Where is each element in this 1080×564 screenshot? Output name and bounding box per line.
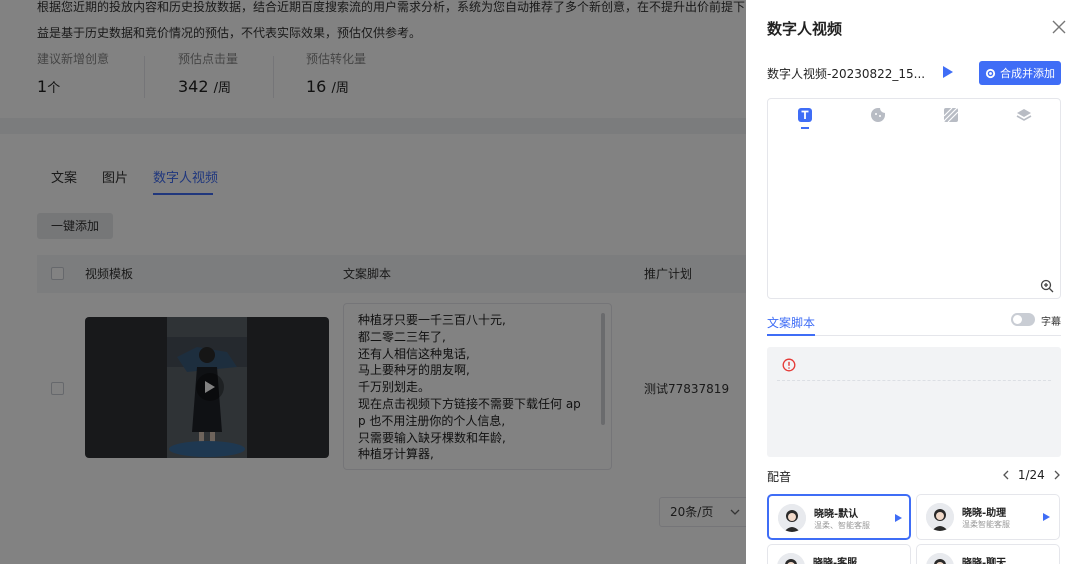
voice-tags: 温柔、智能客服	[814, 521, 870, 530]
active-script-tab-indicator	[767, 334, 815, 336]
dubbing-heading: 配音	[767, 470, 792, 484]
page-indicator: 1/24	[1017, 468, 1045, 482]
voice-card-xiaoxiao-service[interactable]: 晓晓-客服	[767, 544, 911, 564]
voice-name: 晓晓-客服	[813, 558, 858, 564]
play-icon[interactable]	[893, 513, 903, 523]
toggle-knob	[1013, 315, 1022, 324]
subtitle-label: 字幕	[1041, 317, 1061, 328]
combine-and-add-button[interactable]: 合成并添加	[979, 61, 1061, 85]
layer-tool-icon[interactable]	[1016, 107, 1032, 123]
background-tool-icon[interactable]	[943, 107, 959, 123]
digital-human-video-drawer: 数字人视频 数字人视频-20230822_15... 合成并添加 文案脚本 字幕…	[746, 0, 1080, 564]
sticker-tool-icon[interactable]	[870, 107, 886, 123]
play-icon	[943, 66, 953, 78]
play-icon[interactable]	[1041, 512, 1051, 522]
chevron-right-icon[interactable]	[1053, 470, 1061, 480]
video-file-name: 数字人视频-20230822_15...	[767, 67, 926, 81]
drawer-title: 数字人视频	[767, 20, 843, 38]
avatar	[926, 503, 954, 531]
text-tool-icon[interactable]	[797, 107, 813, 123]
gear-icon	[985, 68, 996, 78]
voice-name: 晓晓-助理	[962, 508, 1007, 519]
close-icon[interactable]	[1050, 18, 1068, 36]
voice-card-xiaoxiao-chat[interactable]: 晓晓-聊天	[916, 544, 1060, 564]
combine-button-label: 合成并添加	[1000, 67, 1055, 80]
zoom-in-icon[interactable]	[1040, 279, 1054, 293]
avatar	[926, 553, 954, 564]
tab-script[interactable]: 文案脚本	[767, 314, 815, 331]
active-tool-indicator	[801, 127, 809, 129]
video-preview-panel	[767, 98, 1061, 299]
avatar	[777, 553, 805, 564]
voice-name: 晓晓-聊天	[962, 558, 1007, 564]
voice-pagination: 1/24	[1002, 468, 1061, 482]
editor-divider	[777, 380, 1051, 381]
voice-card-xiaoxiao-default[interactable]: 晓晓-默认 温柔、智能客服	[767, 494, 911, 540]
script-editor[interactable]	[767, 347, 1061, 457]
subtitle-toggle[interactable]	[1011, 313, 1035, 326]
preview-play-button[interactable]	[936, 60, 960, 84]
warning-icon	[782, 358, 796, 372]
chevron-left-icon[interactable]	[1002, 470, 1010, 480]
avatar	[778, 504, 806, 532]
voice-tags: 温柔智能客服	[962, 520, 1010, 529]
voice-name: 晓晓-默认	[814, 509, 859, 520]
voice-card-xiaoxiao-assistant[interactable]: 晓晓-助理 温柔智能客服	[916, 494, 1060, 540]
